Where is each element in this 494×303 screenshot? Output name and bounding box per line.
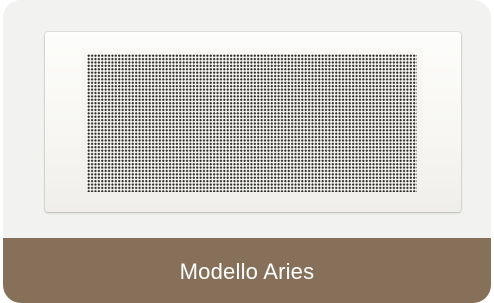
product-name: Modello Aries [179, 258, 315, 284]
product-card[interactable]: Modello Aries [3, 0, 491, 303]
ventilation-grille-image [45, 32, 461, 212]
caption-bar: Modello Aries [3, 238, 491, 303]
grille-perforation [87, 54, 417, 192]
product-photo [3, 0, 491, 238]
